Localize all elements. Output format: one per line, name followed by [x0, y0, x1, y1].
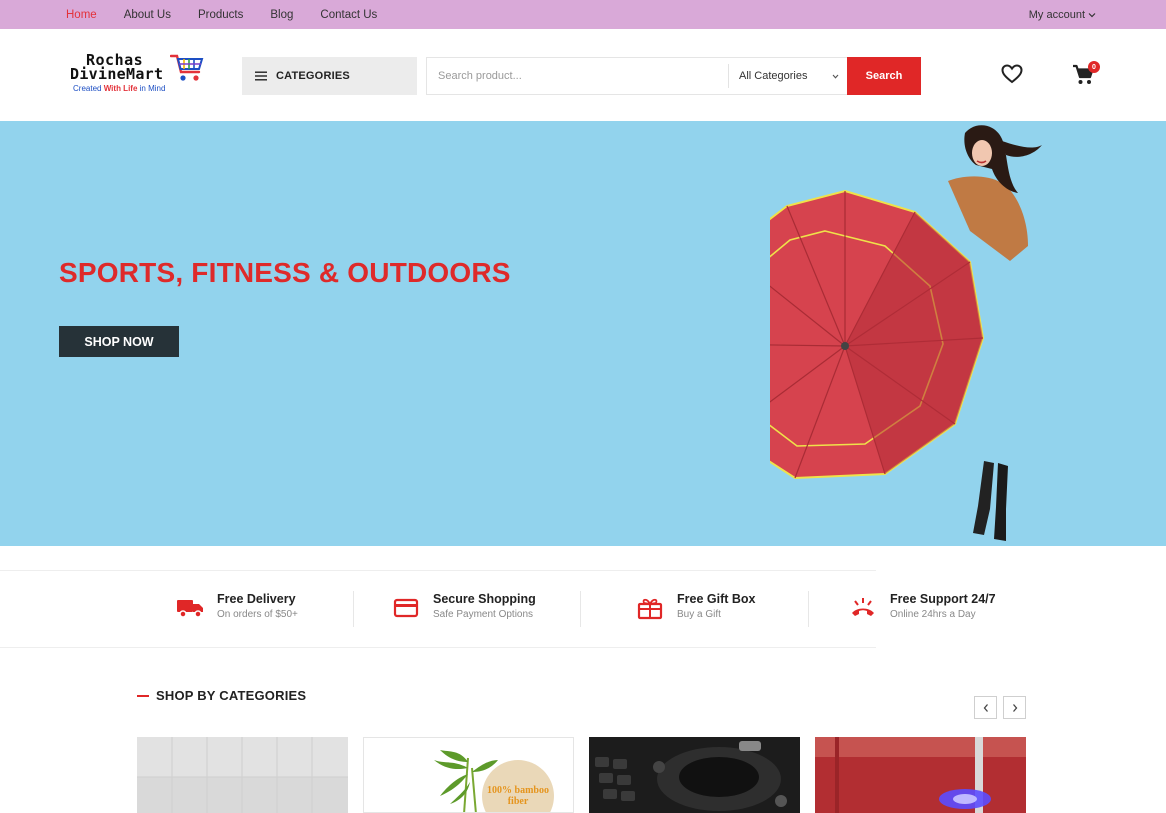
- section-title-shop-by-categories: SHOP BY CATEGORIES: [156, 688, 307, 703]
- feature-subtitle: Online 24hrs a Day: [890, 609, 976, 620]
- search-button[interactable]: Search: [847, 57, 921, 95]
- main-header: Rochas DivineMart Created With Life in M…: [0, 29, 1166, 121]
- feature-secure-shopping: Secure Shopping Safe Payment Options: [391, 591, 536, 627]
- my-account-label: My account: [1028, 8, 1085, 21]
- category-image-electronics: [589, 737, 800, 813]
- category-card-1[interactable]: [137, 737, 348, 813]
- category-card-4[interactable]: [815, 737, 1026, 813]
- my-account-menu[interactable]: My account: [1029, 0, 1096, 29]
- features-divider-top: [0, 570, 876, 571]
- credit-card-icon: [393, 598, 419, 618]
- feature-title: Free Gift Box: [677, 592, 756, 606]
- feature-title: Free Delivery: [217, 592, 296, 606]
- top-bar: Home About Us Products Blog Contact Us M…: [0, 0, 1166, 29]
- top-nav-about-us[interactable]: About Us: [124, 9, 171, 21]
- logo-line-2: DivineMart: [70, 65, 164, 83]
- chevron-down-icon: [832, 74, 839, 79]
- woman-with-umbrella-image: [770, 125, 1042, 541]
- search-category-value: All Categories: [739, 70, 808, 82]
- feature-free-delivery: Free Delivery On orders of $50+: [175, 591, 298, 627]
- search-input[interactable]: [427, 58, 728, 94]
- truck-icon: [177, 600, 203, 618]
- search-bar: All Categories Search: [426, 57, 921, 95]
- top-nav-home[interactable]: Home: [66, 9, 97, 21]
- top-nav-blog[interactable]: Blog: [270, 9, 293, 21]
- svg-text:100% bamboo: 100% bamboo: [487, 785, 549, 796]
- chevron-down-icon: [1088, 12, 1096, 17]
- wishlist-heart-icon[interactable]: [1001, 64, 1023, 84]
- feature-divider: [808, 591, 809, 627]
- chevron-right-icon: [1012, 703, 1017, 712]
- cart-count-badge: 0: [1088, 61, 1100, 73]
- features-divider-bottom: [0, 647, 876, 648]
- feature-divider: [353, 591, 354, 627]
- svg-text:fiber: fiber: [508, 796, 529, 807]
- category-image-light: [815, 737, 1026, 813]
- carousel-next-button[interactable]: [1003, 696, 1026, 719]
- feature-title: Free Support 24/7: [890, 592, 996, 606]
- top-nav-products[interactable]: Products: [198, 9, 243, 21]
- categories-button[interactable]: CATEGORIES: [242, 57, 417, 95]
- feature-subtitle: On orders of $50+: [217, 609, 298, 620]
- site-logo[interactable]: Rochas DivineMart Created With Life in M…: [68, 50, 208, 100]
- chevron-left-icon: [983, 703, 988, 712]
- logo-tagline: Created With Life in Mind: [73, 84, 166, 93]
- logo-cart-icon: [170, 54, 204, 81]
- hero-banner: SPORTS, FITNESS & OUTDOORS SHOP NOW: [0, 121, 1166, 546]
- search-category-select[interactable]: All Categories: [729, 58, 849, 94]
- category-card-2[interactable]: 100% bamboo fiber: [363, 737, 574, 813]
- feature-free-gift-box: Free Gift Box Buy a Gift: [635, 591, 756, 627]
- top-nav: Home About Us Products Blog Contact Us: [66, 0, 404, 29]
- top-nav-contact-us[interactable]: Contact Us: [320, 9, 377, 21]
- feature-free-support: Free Support 24/7 Online 24hrs a Day: [848, 591, 996, 627]
- category-image-bamboo: 100% bamboo fiber: [364, 738, 573, 812]
- feature-subtitle: Buy a Gift: [677, 609, 721, 620]
- carousel-prev-button[interactable]: [974, 696, 997, 719]
- categories-label: CATEGORIES: [276, 70, 350, 82]
- feature-title: Secure Shopping: [433, 592, 536, 606]
- gift-icon: [637, 598, 663, 620]
- category-image-tiles: [137, 737, 348, 813]
- feature-divider: [580, 591, 581, 627]
- phone-support-icon: [852, 598, 874, 616]
- category-card-3[interactable]: [589, 737, 800, 813]
- section-title-accent: [137, 695, 149, 697]
- menu-icon: [255, 71, 267, 81]
- hero-title: SPORTS, FITNESS & OUTDOORS: [59, 257, 511, 288]
- feature-subtitle: Safe Payment Options: [433, 609, 534, 620]
- shop-now-button[interactable]: SHOP NOW: [59, 326, 179, 357]
